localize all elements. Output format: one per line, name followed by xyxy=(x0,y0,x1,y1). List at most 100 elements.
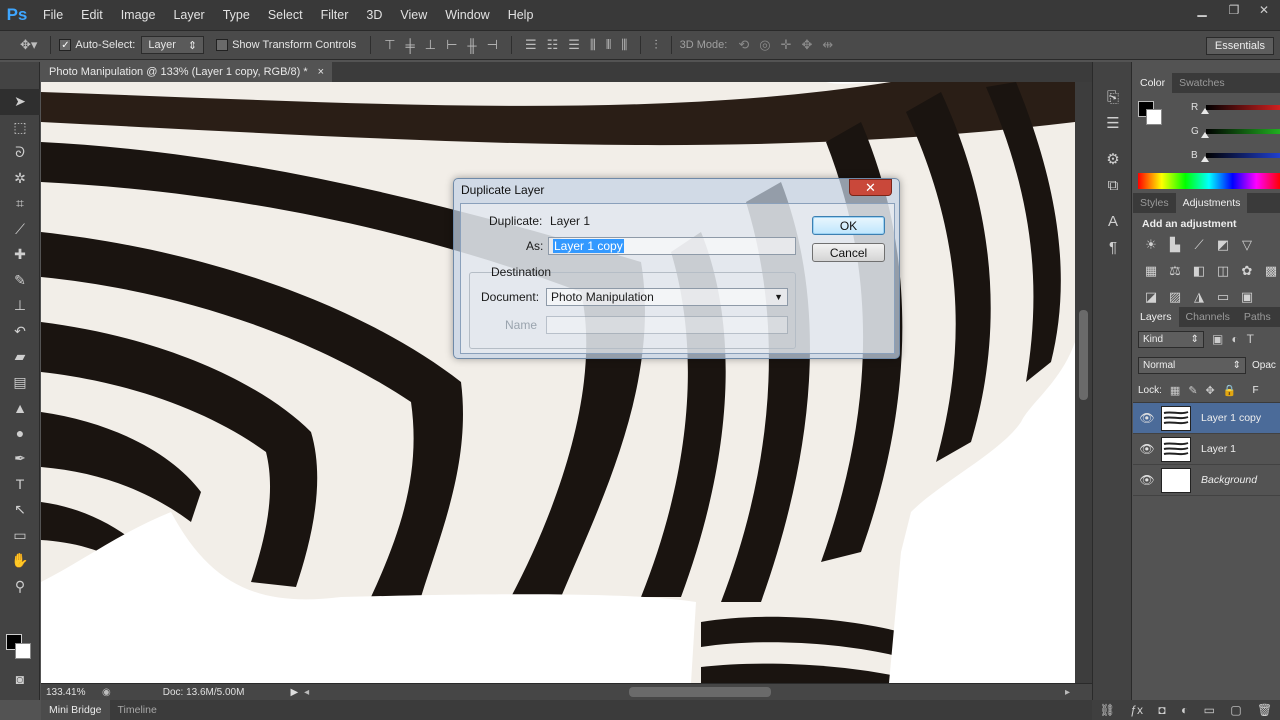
slider-g[interactable]: G xyxy=(1133,119,1280,143)
eraser-tool-icon[interactable]: ▰ xyxy=(0,344,40,370)
filter-image-icon[interactable]: ▣ xyxy=(1212,332,1223,346)
link-layers-icon[interactable]: ⛓ xyxy=(1100,703,1115,717)
type-tool-icon[interactable]: T xyxy=(0,472,40,498)
brush-tool-icon[interactable]: ✎ xyxy=(0,268,40,294)
show-transform-checkbox[interactable] xyxy=(216,39,229,51)
black-white-icon[interactable]: ◧ xyxy=(1187,260,1211,282)
tab-color[interactable]: Color xyxy=(1133,73,1173,93)
3d-roll-icon[interactable]: ◎ xyxy=(759,37,770,53)
menu-layer[interactable]: Layer xyxy=(164,0,213,30)
gradient-map-icon[interactable]: ▭ xyxy=(1211,286,1235,308)
layer-mask-icon[interactable]: ◘ xyxy=(1158,703,1165,717)
zoom-level[interactable]: 133.41% xyxy=(46,687,96,698)
eyedropper-icon[interactable]: ⟋ xyxy=(0,217,40,243)
tab-adjustments[interactable]: Adjustments xyxy=(1175,193,1248,213)
vertical-scroll-thumb[interactable] xyxy=(1079,310,1088,400)
filter-adjustment-icon[interactable]: ◐ xyxy=(1231,332,1238,346)
gradient-tool-icon[interactable]: ▤ xyxy=(0,370,40,396)
menu-view[interactable]: View xyxy=(391,0,436,30)
status-info-icon[interactable]: ◉ xyxy=(102,687,111,698)
status-menu-arrow-icon[interactable]: ▶ xyxy=(290,687,298,698)
tab-timeline[interactable]: Timeline xyxy=(110,700,165,720)
tab-mini-bridge[interactable]: Mini Bridge xyxy=(41,700,110,720)
tab-paths[interactable]: Paths xyxy=(1237,307,1278,327)
new-group-icon[interactable]: ▭ xyxy=(1204,703,1215,717)
distribute-hcenter-icon[interactable]: ⫴ xyxy=(606,37,611,53)
menu-edit[interactable]: Edit xyxy=(72,0,112,30)
document-select[interactable]: Photo Manipulation ▼ xyxy=(546,288,788,306)
lock-all-icon[interactable]: 🔒 xyxy=(1223,384,1237,397)
auto-select-checkbox[interactable]: ✓ xyxy=(59,39,72,51)
lasso-tool-icon[interactable]: ᘐ xyxy=(0,140,40,166)
posterize-icon[interactable]: ▨ xyxy=(1163,286,1187,308)
menu-help[interactable]: Help xyxy=(499,0,543,30)
visibility-eye-icon[interactable]: 👁 xyxy=(1133,442,1161,456)
layer-row[interactable]: 👁 Layer 1 copy xyxy=(1133,403,1280,434)
align-hcenter-icon[interactable]: ╫ xyxy=(467,38,476,53)
filter-type-icon[interactable]: T xyxy=(1247,332,1254,346)
align-vcenter-icon[interactable]: ╪ xyxy=(406,38,415,53)
workspace-switcher[interactable]: Essentials xyxy=(1205,37,1274,55)
zoom-tool-icon[interactable]: ⚲ xyxy=(0,574,40,600)
visibility-eye-icon[interactable]: 👁 xyxy=(1133,473,1161,487)
vibrance-icon[interactable]: ▽ xyxy=(1235,234,1259,256)
pen-tool-icon[interactable]: ✒ xyxy=(0,446,40,472)
align-bottom-icon[interactable]: ⊥ xyxy=(425,37,436,53)
align-top-icon[interactable]: ⊤ xyxy=(384,37,395,53)
brightness-icon[interactable]: ☀ xyxy=(1139,234,1163,256)
lock-pixels-icon[interactable]: ✎ xyxy=(1188,384,1197,397)
menu-file[interactable]: File xyxy=(34,0,72,30)
menu-image[interactable]: Image xyxy=(112,0,165,30)
tab-styles[interactable]: Styles xyxy=(1133,193,1176,213)
layer-row[interactable]: 👁 Background xyxy=(1133,465,1280,496)
document-tab[interactable]: Photo Manipulation @ 133% (Layer 1 copy,… xyxy=(41,62,333,82)
layer-name[interactable]: Layer 1 xyxy=(1201,443,1236,455)
distribute-top-icon[interactable]: ☰ xyxy=(525,37,537,53)
slider-b[interactable]: B xyxy=(1133,143,1280,167)
photo-filter-icon[interactable]: ◫ xyxy=(1211,260,1235,282)
dodge-tool-icon[interactable]: ● xyxy=(0,421,40,447)
new-layer-icon[interactable]: ▢ xyxy=(1230,703,1241,717)
auto-select-dropdown[interactable]: Layer ⇕ xyxy=(141,36,205,54)
selective-color-icon[interactable]: ▣ xyxy=(1235,286,1259,308)
lock-transparent-icon[interactable]: ▦ xyxy=(1170,384,1180,397)
slider-g-knob[interactable] xyxy=(1201,132,1209,138)
character-panel-icon[interactable]: A xyxy=(1093,208,1133,234)
3d-drag-icon[interactable]: ✛ xyxy=(781,37,792,53)
blend-mode-dropdown[interactable]: Normal ⇕ xyxy=(1138,356,1246,374)
marquee-tool-icon[interactable]: ⬚ xyxy=(0,115,40,141)
slider-r-knob[interactable] xyxy=(1201,108,1209,114)
curves-icon[interactable]: ⟋ xyxy=(1187,234,1211,256)
distribute-right-icon[interactable]: ⫼ xyxy=(621,37,627,53)
as-name-input[interactable]: Layer 1 copy xyxy=(548,237,796,255)
layer-name[interactable]: Background xyxy=(1201,474,1257,486)
quick-mask-icon[interactable]: ◙ xyxy=(0,666,40,692)
vertical-scrollbar[interactable] xyxy=(1075,82,1092,683)
opacity-label[interactable]: Opac xyxy=(1252,360,1276,371)
layer-name[interactable]: Layer 1 copy xyxy=(1201,412,1261,424)
distribute-bottom-icon[interactable]: ☰ xyxy=(568,37,580,53)
distribute-left-icon[interactable]: ⫼ xyxy=(590,37,596,53)
hand-tool-icon[interactable]: ✋ xyxy=(0,548,40,574)
adjustment-layer-icon[interactable]: ◐ xyxy=(1181,703,1188,717)
crop-tool-icon[interactable]: ⌗ xyxy=(0,191,40,217)
close-tab-icon[interactable]: × xyxy=(318,66,324,78)
color-spectrum[interactable] xyxy=(1138,173,1280,189)
tab-swatches[interactable]: Swatches xyxy=(1172,73,1232,93)
slider-b-knob[interactable] xyxy=(1201,156,1209,162)
3d-slide-icon[interactable]: ✥ xyxy=(801,37,812,53)
close-window-icon[interactable]: ✕ xyxy=(1250,0,1278,20)
shape-tool-icon[interactable]: ▭ xyxy=(0,523,40,549)
color-swatches[interactable] xyxy=(6,634,34,662)
scroll-left-icon[interactable]: ◂ xyxy=(304,687,309,698)
cancel-button[interactable]: Cancel xyxy=(812,243,885,262)
fill-label[interactable]: F xyxy=(1252,385,1258,396)
layer-style-icon[interactable]: ƒx xyxy=(1130,703,1143,717)
menu-window[interactable]: Window xyxy=(436,0,498,30)
invert-icon[interactable]: ◪ xyxy=(1139,286,1163,308)
auto-align-icon[interactable]: ⫶ xyxy=(654,37,657,53)
filter-kind-dropdown[interactable]: Kind ⇕ xyxy=(1138,330,1204,348)
move-tool-preset-icon[interactable]: ✥▾ xyxy=(20,37,37,53)
3d-rotate-icon[interactable]: ⟲ xyxy=(738,37,749,53)
align-left-icon[interactable]: ⊢ xyxy=(446,37,457,53)
